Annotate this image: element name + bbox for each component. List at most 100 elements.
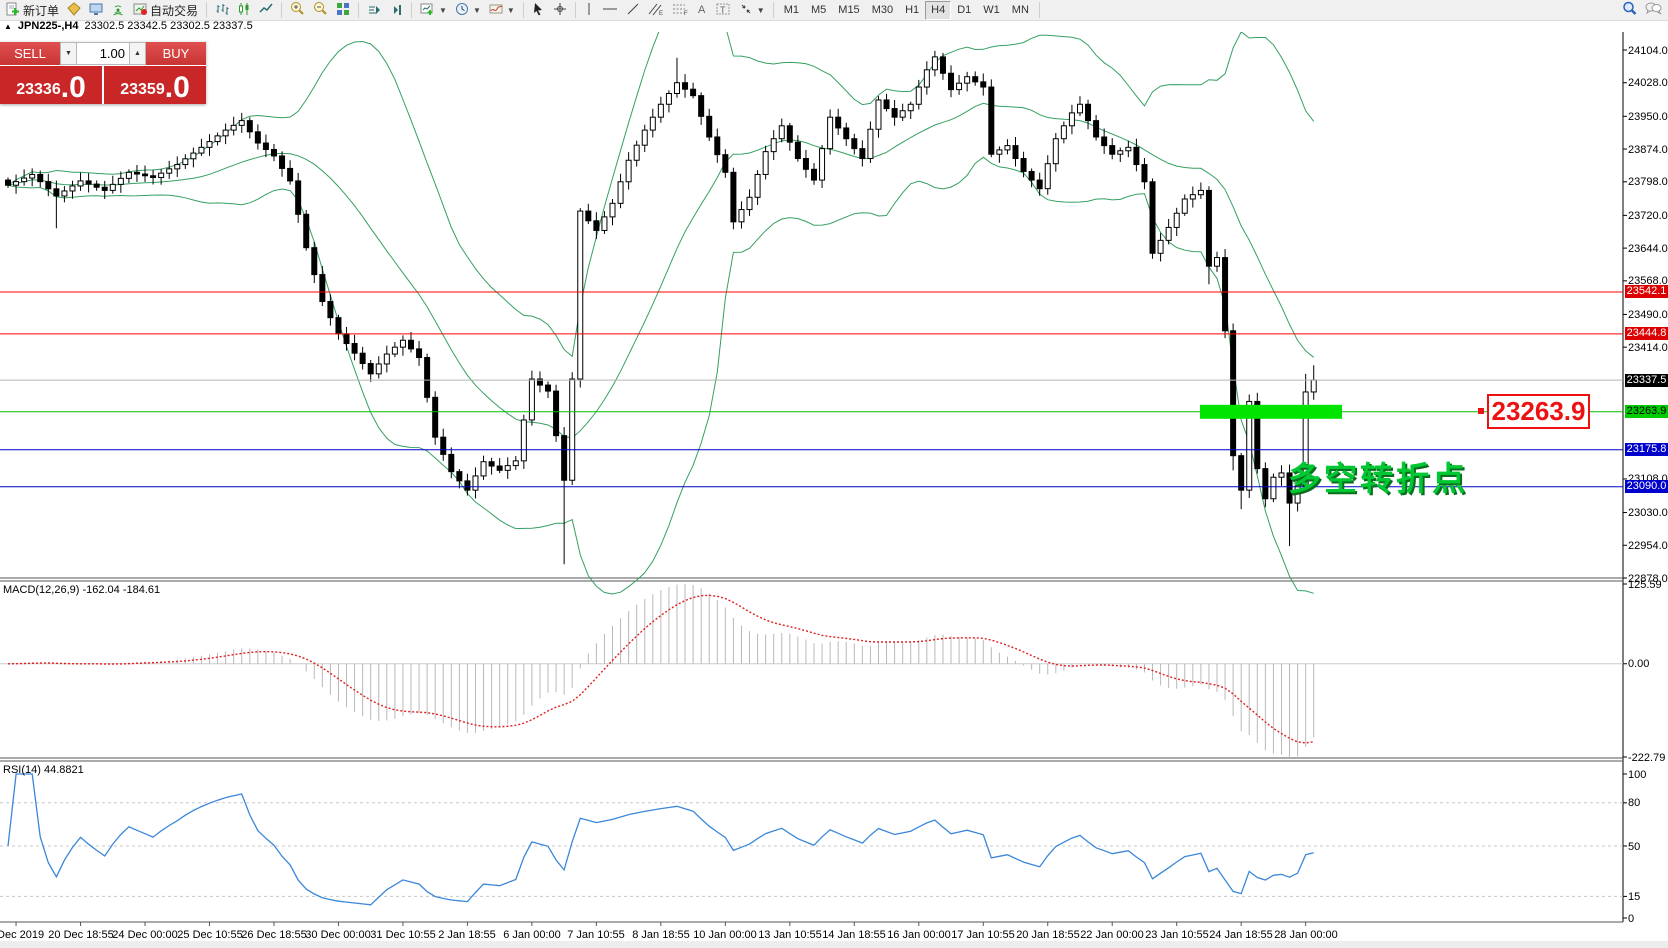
candle-body <box>409 340 414 349</box>
fibonacci-tool-button[interactable]: F <box>668 0 692 20</box>
chart-shift-button[interactable] <box>385 0 407 20</box>
tab-timeframe-h4[interactable]: H4 <box>925 1 951 20</box>
candle-body <box>344 334 349 344</box>
toolbar-separator <box>281 2 282 18</box>
arrows-tool-button[interactable]: ▼ <box>735 0 769 20</box>
candle-body <box>618 182 623 204</box>
tab-timeframe-m30[interactable]: M30 <box>866 1 899 20</box>
buy-price-display[interactable]: 23359.0 <box>104 66 206 104</box>
candle-body <box>400 340 405 347</box>
tab-timeframe-mn[interactable]: MN <box>1006 1 1035 20</box>
tab-timeframe-w1[interactable]: W1 <box>977 1 1006 20</box>
candle-body <box>779 126 784 139</box>
line-chart-type-button[interactable] <box>255 0 277 20</box>
candle-body <box>1094 121 1099 137</box>
candle-body <box>134 172 139 174</box>
candle-body <box>1223 258 1228 331</box>
candle-body <box>296 181 301 214</box>
new-chart-button[interactable]: ▼ <box>416 0 451 20</box>
sell-button[interactable]: SELL <box>0 42 60 65</box>
buy-button[interactable]: BUY <box>146 42 206 65</box>
zoom-in-button[interactable] <box>286 0 309 20</box>
candle-body <box>546 385 551 391</box>
candle-body <box>723 155 728 173</box>
time-axis-label: 2 Jan 18:55 <box>438 929 496 941</box>
toolbar-separator <box>358 2 359 18</box>
tab-timeframe-m5[interactable]: M5 <box>805 1 832 20</box>
candle-body <box>949 73 954 89</box>
text-label-tool-button[interactable]: T <box>712 0 735 20</box>
candle-body <box>417 349 422 358</box>
periods-button[interactable]: ▼ <box>451 0 485 20</box>
candle-body <box>1279 473 1284 477</box>
buy-price-main: 23359 <box>120 77 165 103</box>
tab-timeframe-m15[interactable]: M15 <box>832 1 865 20</box>
auto-trading-button[interactable]: 自动交易 <box>129 0 202 20</box>
candle-body <box>175 165 180 169</box>
candle-body <box>22 178 27 182</box>
auto-scroll-button[interactable] <box>363 0 385 20</box>
candle-body <box>803 159 808 170</box>
text-tool-button[interactable]: A <box>692 0 712 20</box>
callout-anchor-handle[interactable] <box>1478 408 1484 414</box>
candle-body <box>167 169 172 173</box>
dropdown-caret-icon: ▼ <box>473 6 481 15</box>
price-axis-tick-label: 23030.0 <box>1628 507 1668 519</box>
candles-chart-type-button[interactable] <box>233 0 255 20</box>
candle-body <box>570 379 575 480</box>
channel-tool-button[interactable]: E <box>644 0 668 20</box>
candle-body <box>62 191 67 196</box>
candle-body <box>820 149 825 180</box>
volume-up-button[interactable]: ▲ <box>129 42 146 65</box>
price-line-label-chip: 23175.8 <box>1625 443 1668 456</box>
crosshair-tool-button[interactable] <box>549 0 571 20</box>
tab-timeframe-d1[interactable]: D1 <box>951 1 977 20</box>
chat-button[interactable] <box>1641 0 1666 20</box>
candle-body <box>1231 331 1236 456</box>
candle-body <box>102 187 107 190</box>
trendline-icon <box>626 2 640 19</box>
price-axis-tick-label: 23798.0 <box>1628 176 1668 188</box>
market-depth-button[interactable] <box>63 0 85 20</box>
horizontal-line-tool-button[interactable] <box>598 0 622 20</box>
window-bottom-edge <box>0 941 1668 948</box>
time-axis-label: 6 Jan 00:00 <box>503 929 561 941</box>
volume-down-button[interactable]: ▼ <box>60 42 77 65</box>
candle-body <box>1271 477 1276 499</box>
highlight-rectangle[interactable] <box>1200 405 1342 419</box>
volume-input[interactable]: 1.00 <box>77 42 129 65</box>
candle-body <box>594 221 599 231</box>
search-button[interactable] <box>1618 0 1641 20</box>
candle-body <box>271 149 276 155</box>
candle-body <box>30 174 35 178</box>
rsi-axis-label: 100 <box>1628 769 1668 781</box>
bars-chart-type-button[interactable] <box>211 0 233 20</box>
zoom-out-button[interactable] <box>309 0 332 20</box>
dropdown-caret-icon: ▼ <box>439 6 447 15</box>
collapse-triangle-icon[interactable]: ▲ <box>4 21 12 32</box>
candle-body <box>78 181 83 186</box>
new-order-button[interactable]: 新订单 <box>2 0 63 20</box>
time-axis-label: 7 Jan 10:55 <box>567 929 625 941</box>
chart-window-caption[interactable]: ▲ JPN225-,H4 23302.5 23342.5 23302.5 233… <box>0 21 1668 32</box>
candle-body <box>1118 151 1123 154</box>
candle-body <box>812 169 817 180</box>
vertical-line-tool-button[interactable] <box>580 0 598 20</box>
price-level-callout-box[interactable]: 23263.9 <box>1487 394 1590 429</box>
sell-price-display[interactable]: 23336.0 <box>0 66 102 104</box>
candle-body <box>1021 159 1026 172</box>
terminal-button[interactable] <box>85 0 107 20</box>
tab-timeframe-m1[interactable]: M1 <box>778 1 805 20</box>
candle-body <box>1263 469 1268 499</box>
tile-windows-button[interactable] <box>332 0 354 20</box>
candle-body <box>239 121 244 126</box>
cursor-tool-button[interactable] <box>528 0 549 20</box>
trendline-tool-button[interactable] <box>622 0 644 20</box>
candle-body <box>578 211 583 379</box>
toolbar-separator <box>773 2 774 18</box>
indicators-button[interactable]: ▼ <box>485 0 519 20</box>
signals-button[interactable] <box>107 0 129 20</box>
candle-body <box>118 178 123 184</box>
tab-timeframe-h1[interactable]: H1 <box>899 1 925 20</box>
turning-point-note[interactable]: 多空转折点 <box>1288 452 1488 500</box>
